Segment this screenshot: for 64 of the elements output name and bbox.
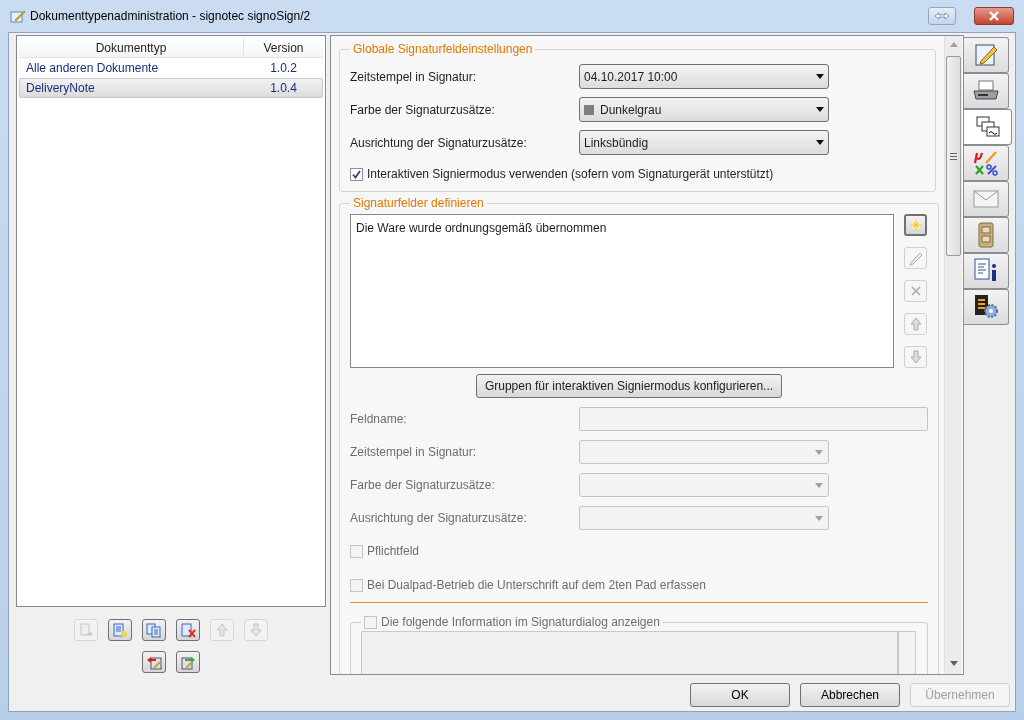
app-pen-icon xyxy=(10,8,26,24)
field-label: Ausrichtung der Signaturzusätze: xyxy=(350,134,528,152)
toolbar-button[interactable] xyxy=(142,651,166,673)
up-arrow-icon xyxy=(214,622,230,638)
checkbox-label: Pflichtfeld xyxy=(367,543,420,560)
restore-button[interactable] xyxy=(928,7,956,25)
right-arrow-document-icon xyxy=(180,654,196,670)
input-field[interactable] xyxy=(579,407,928,431)
dropdown[interactable] xyxy=(579,473,829,497)
window-title: Dokumenttypenadministration - signotec signoSign/2 xyxy=(30,8,311,25)
field-label: Ausrichtung der Signaturzusätze: xyxy=(350,510,528,527)
dropdown-arrow-icon xyxy=(815,482,823,488)
checkbox-label: Die folgende Information im Signaturdialog anzeigen xyxy=(381,614,660,631)
down-arrow-icon xyxy=(907,349,924,365)
dropdown-arrow-icon xyxy=(816,107,824,112)
dropdown[interactable]: Dunkelgrau xyxy=(579,97,829,122)
list-row[interactable]: DeliveryNote 1.0.4 xyxy=(19,78,323,98)
group-title: Signaturfelder definieren xyxy=(352,195,485,212)
copy-documents-icon xyxy=(146,622,162,638)
side-tab[interactable] xyxy=(964,289,1009,325)
dropdown[interactable]: Linksbündig xyxy=(579,130,829,155)
checkbox[interactable] xyxy=(350,167,363,181)
configure-groups-button[interactable]: Gruppen für interaktiven Signiermodus konfigurieren... xyxy=(475,374,783,398)
dropdown-arrow-icon xyxy=(815,515,823,521)
dropdown-arrow-icon xyxy=(816,140,824,145)
double-arrow-icon xyxy=(934,12,950,20)
close-button[interactable] xyxy=(974,7,1014,25)
down-arrow-icon xyxy=(248,622,264,638)
checkbox-label: Bei Dualpad-Betrieb die Unterschrift auf dem 2ten Pad erfassen xyxy=(367,577,706,594)
toolbar-button[interactable] xyxy=(108,619,132,641)
document-delete-icon xyxy=(180,622,196,638)
scroll-up-icon xyxy=(949,42,958,47)
side-tab[interactable] xyxy=(964,253,1009,289)
toolbar-button[interactable] xyxy=(176,619,200,641)
dropdown-arrow-icon xyxy=(815,449,823,455)
symbols-icon xyxy=(972,149,1000,177)
new-document-icon xyxy=(112,622,128,638)
dialog-button[interactable]: OK xyxy=(690,683,790,707)
field-label: Zeitstempel in Signatur: xyxy=(350,68,478,86)
toolbar-button[interactable] xyxy=(142,619,166,641)
dropdown-arrow-icon xyxy=(816,74,824,79)
list-row[interactable]: Alle anderen Dokumente 1.0.2 xyxy=(19,58,323,78)
dropdown[interactable] xyxy=(579,506,829,530)
group-title: Globale Signaturfeldeinstellungen xyxy=(352,41,534,58)
field-label: Zeitstempel in Signatur: xyxy=(350,444,478,461)
checkbox-label: Interaktiven Signiermodus verwenden (sofern vom Signaturgerät unterstützt) xyxy=(367,166,774,183)
side-button[interactable] xyxy=(904,214,927,236)
left-arrow-document-icon xyxy=(146,654,162,670)
document-arrow-icon xyxy=(78,622,94,638)
dropdown[interactable]: 04.10.2017 10:00 xyxy=(579,64,829,89)
list-item[interactable]: Die Ware wurde ordnungsgemäß übernommen xyxy=(355,219,889,237)
dropdown[interactable] xyxy=(579,440,829,464)
close-icon xyxy=(988,11,1000,21)
field-label: Farbe der Signaturzusätze: xyxy=(350,477,496,494)
field-label: Feldname: xyxy=(350,411,408,428)
document-gear-icon xyxy=(972,293,1000,321)
pencil-icon xyxy=(907,250,924,266)
field-label: Farbe der Signaturzusätze: xyxy=(350,101,496,119)
up-arrow-icon xyxy=(907,316,924,332)
column-header[interactable]: Dokumenttyp xyxy=(19,38,244,57)
scroll-down-icon xyxy=(949,661,958,666)
dialog-button[interactable]: Abbrechen xyxy=(800,683,900,707)
toolbar-button[interactable] xyxy=(176,651,200,673)
pen-document-icon xyxy=(972,41,1000,69)
